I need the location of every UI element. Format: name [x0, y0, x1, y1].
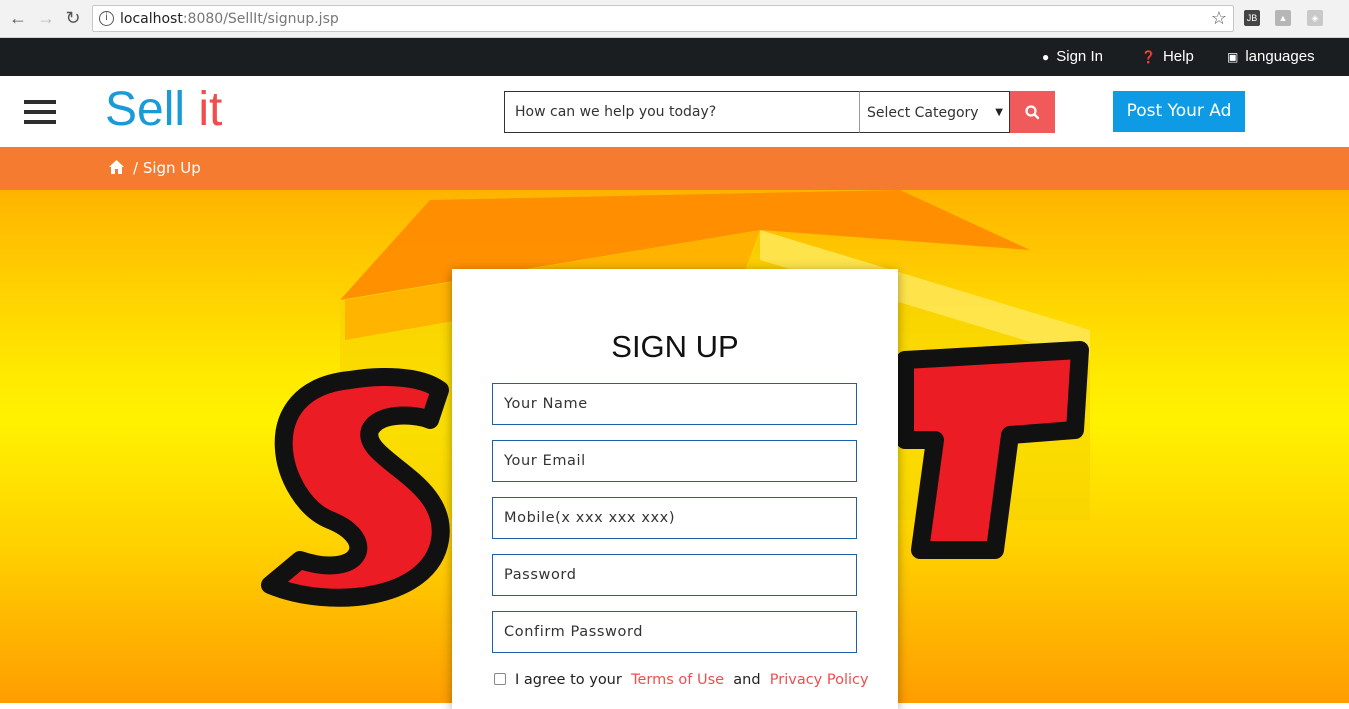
post-ad-button[interactable]: Post Your Ad — [1113, 91, 1245, 132]
address-bar[interactable]: i localhost:8080/SellIt/signup.jsp ☆ — [92, 5, 1234, 32]
language-icon: ▣ — [1227, 50, 1239, 64]
confirm-password-field[interactable]: Confirm Password — [492, 611, 857, 653]
agree-checkbox[interactable] — [494, 673, 506, 685]
privacy-link[interactable]: Privacy Policy — [770, 672, 869, 688]
extension-shield-icon[interactable]: ◈ — [1307, 10, 1323, 26]
name-field[interactable]: Your Name — [492, 383, 857, 425]
sign-in-label: Sign In — [1056, 48, 1103, 65]
info-icon[interactable]: i — [99, 11, 114, 26]
home-icon[interactable] — [109, 160, 124, 174]
email-field[interactable]: Your Email — [492, 440, 857, 482]
top-bar: ● Sign In ❓ Help ▣ languages — [0, 38, 1349, 76]
mobile-field[interactable]: Mobile(x xxx xxx xxx) — [492, 497, 857, 539]
form-title: SIGN UP — [611, 329, 739, 364]
back-arrow-icon[interactable]: ← — [8, 8, 28, 28]
forward-arrow-icon[interactable]: → — [36, 8, 56, 28]
help-label: Help — [1162, 48, 1194, 65]
languages-link[interactable]: ▣ languages — [1227, 48, 1315, 65]
sign-in-link[interactable]: ● Sign In — [1042, 48, 1103, 65]
search-input[interactable]: How can we help you today? — [504, 91, 860, 133]
extension-jb-icon[interactable]: JB — [1244, 10, 1260, 26]
languages-label: languages — [1245, 48, 1315, 65]
help-link[interactable]: ❓ Help — [1141, 48, 1194, 65]
reload-icon[interactable]: ↻ — [63, 8, 83, 28]
url-text: localhost:8080/SellIt/signup.jsp — [120, 11, 339, 27]
signup-form: SIGN UP Your Name Your Email Mobile(x xx… — [452, 269, 898, 709]
bookmark-star-icon[interactable]: ☆ — [1211, 8, 1227, 29]
password-field[interactable]: Password — [492, 554, 857, 596]
user-icon: ● — [1042, 50, 1050, 64]
breadcrumb: / Sign Up — [0, 147, 1349, 190]
browser-toolbar: ← → ↻ i localhost:8080/SellIt/signup.jsp… — [0, 0, 1349, 38]
agree-row: I agree to your Terms of Use and Privacy… — [494, 672, 869, 688]
dropdown-arrow-icon: ▼ — [995, 107, 1003, 118]
site-header: Sell it How can we help you today? Selec… — [0, 76, 1349, 147]
terms-link[interactable]: Terms of Use — [631, 672, 724, 688]
search-icon — [1025, 105, 1040, 120]
question-icon: ❓ — [1141, 50, 1156, 64]
category-select[interactable]: Select Category ▼ — [859, 91, 1010, 133]
breadcrumb-current: / Sign Up — [133, 159, 201, 177]
search-button[interactable] — [1010, 91, 1055, 133]
menu-icon[interactable] — [24, 100, 56, 125]
site-logo[interactable]: Sell it — [105, 82, 222, 137]
extension-pdf-icon[interactable]: ▲ — [1275, 10, 1291, 26]
